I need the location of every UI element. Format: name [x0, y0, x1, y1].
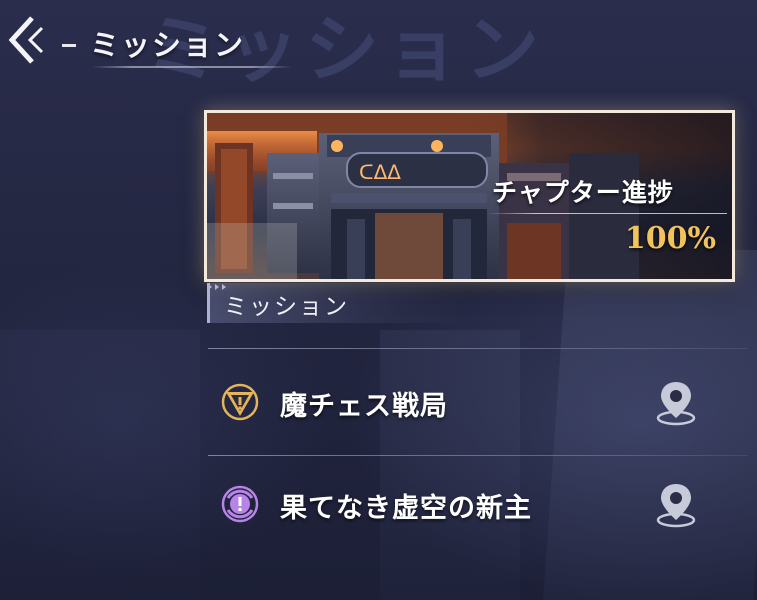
circle-exclamation-icon [221, 485, 259, 523]
header-dash [62, 44, 76, 47]
section-arrow-dots [208, 275, 248, 290]
mission-name: 魔チェス戦局 [280, 391, 448, 422]
chapter-progress-value: 100% [624, 221, 716, 256]
divider [208, 455, 748, 456]
back-arrow-icon [8, 16, 44, 64]
locate-button[interactable] [652, 378, 700, 428]
chapter-progress-card[interactable]: ᑕᐃᐃ チャプター進捗 100% [204, 110, 735, 282]
section-label: ミッション [224, 294, 349, 320]
mission-name: 果てなき虚空の新主 [280, 493, 532, 524]
mission-item[interactable]: 果てなき虚空の新主 [208, 462, 748, 554]
map-pin-icon [656, 382, 696, 426]
mission-screen: ミッション ミッション ᑕᐃᐃ チャプター進捗 100% ミッション 魔チェス戦… [0, 0, 757, 600]
page-title: ミッション [90, 28, 246, 62]
section-header-missions: ミッション [207, 283, 467, 323]
chapter-progress-title: チャプター進捗 [492, 178, 674, 207]
divider [208, 348, 748, 349]
locate-button[interactable] [652, 480, 700, 530]
triangle-warning-icon [221, 383, 259, 421]
chapter-divider [487, 213, 727, 214]
header-underline [92, 66, 292, 68]
map-pin-icon [656, 484, 696, 528]
mission-item[interactable]: 魔チェス戦局 [208, 360, 748, 452]
back-button[interactable] [8, 14, 48, 68]
background-building-left [0, 330, 200, 600]
gate-sign-text: ᑕᐃᐃ [359, 160, 401, 184]
